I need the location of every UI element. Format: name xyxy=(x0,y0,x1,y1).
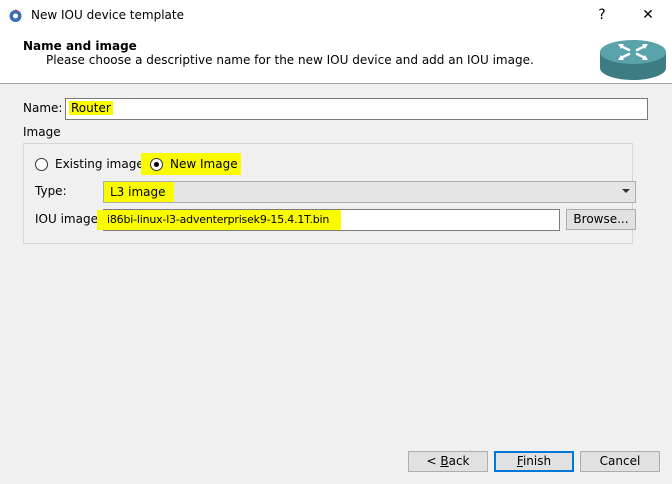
existing-image-radio[interactable] xyxy=(35,158,48,171)
radio-dot xyxy=(154,162,159,167)
close-icon: ✕ xyxy=(642,7,654,23)
back-prefix: < xyxy=(426,454,441,468)
existing-image-label[interactable]: Existing image xyxy=(55,157,144,171)
type-select[interactable]: L3 image xyxy=(103,181,636,203)
new-image-label[interactable]: New Image xyxy=(170,157,238,171)
iou-image-value: i86bi-linux-l3-adventerprisek9-15.4.1T.b… xyxy=(107,213,330,226)
iou-image-input[interactable]: i86bi-linux-l3-adventerprisek9-15.4.1T.b… xyxy=(97,209,560,231)
back-button[interactable]: < Back xyxy=(408,451,488,472)
name-label: Name: xyxy=(23,101,63,115)
back-rest: ack xyxy=(448,454,470,468)
name-value: Router xyxy=(69,101,113,115)
back-key: B xyxy=(440,454,449,468)
router-icon xyxy=(600,40,666,80)
type-label: Type: xyxy=(35,184,67,198)
app-icon xyxy=(9,9,22,22)
finish-rest: inish xyxy=(522,454,552,468)
close-button[interactable]: ✕ xyxy=(626,0,670,32)
chevron-down-icon xyxy=(622,189,630,193)
finish-button[interactable]: Finish xyxy=(494,451,574,472)
image-group-label: Image xyxy=(23,125,61,139)
wizard-header: Name and image Please choose a descripti… xyxy=(0,32,672,84)
page-subtitle: Please choose a descriptive name for the… xyxy=(46,53,534,67)
iou-image-label: IOU image: xyxy=(35,212,103,226)
cancel-button[interactable]: Cancel xyxy=(580,451,660,472)
name-input[interactable]: Router xyxy=(65,98,648,120)
title-bar: New IOU device template ? ✕ xyxy=(0,0,672,32)
window-title: New IOU device template xyxy=(31,8,184,22)
type-value: L3 image xyxy=(110,185,166,199)
new-image-radio[interactable] xyxy=(150,158,163,171)
help-button[interactable]: ? xyxy=(580,0,624,32)
page-title: Name and image xyxy=(23,39,137,53)
browse-button[interactable]: Browse... xyxy=(566,209,636,230)
